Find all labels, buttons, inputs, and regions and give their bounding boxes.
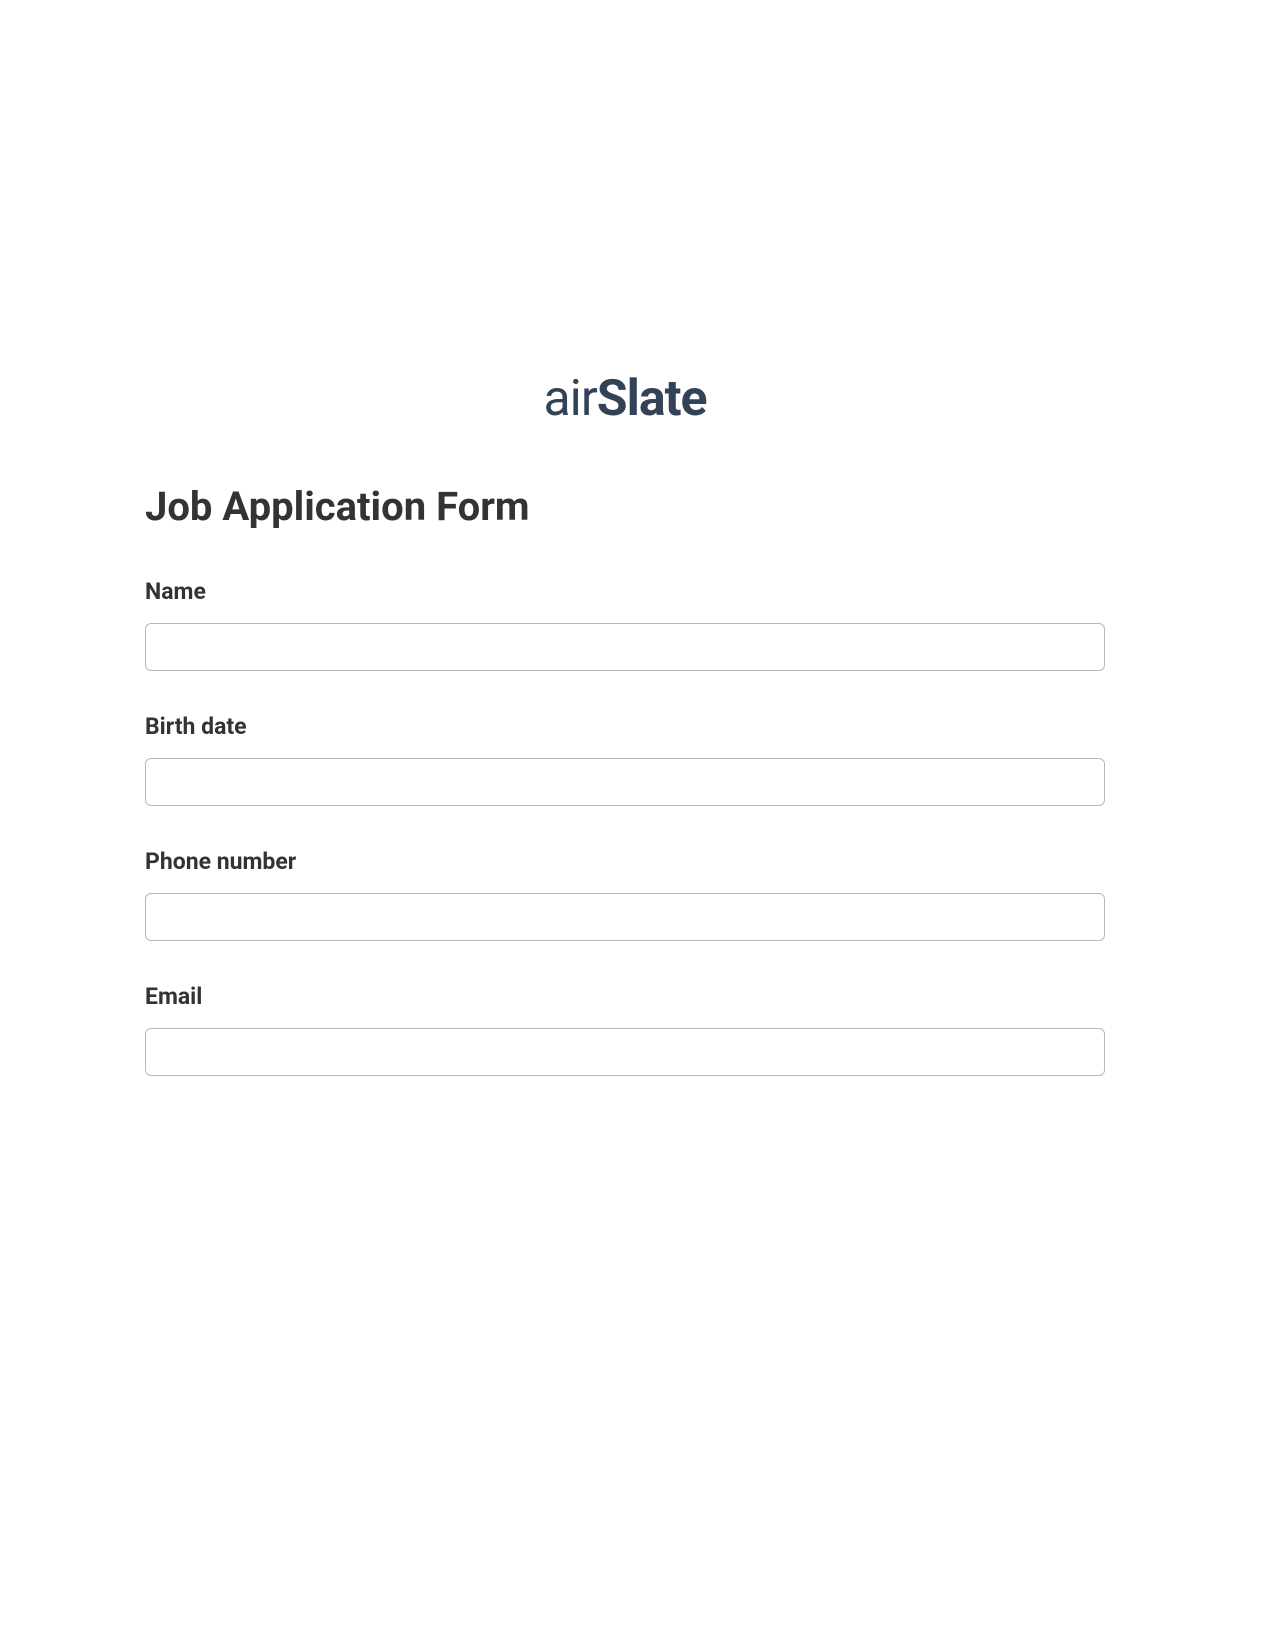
form-group-name: Name bbox=[145, 578, 1105, 671]
birthdate-label: Birth date bbox=[145, 713, 1105, 740]
form-group-birthdate: Birth date bbox=[145, 713, 1105, 806]
form-container: airSlate Job Application Form Name Birth… bbox=[145, 370, 1105, 1118]
name-label: Name bbox=[145, 578, 1105, 605]
airslate-logo: airSlate bbox=[543, 370, 706, 428]
form-group-email: Email bbox=[145, 983, 1105, 1076]
form-group-phone: Phone number bbox=[145, 848, 1105, 941]
email-label: Email bbox=[145, 983, 1105, 1010]
logo-suffix: Slate bbox=[597, 370, 707, 428]
email-input[interactable] bbox=[145, 1028, 1105, 1076]
birthdate-input[interactable] bbox=[145, 758, 1105, 806]
name-input[interactable] bbox=[145, 623, 1105, 671]
logo-prefix: air bbox=[543, 370, 596, 428]
logo-wrapper: airSlate bbox=[145, 370, 1105, 428]
phone-label: Phone number bbox=[145, 848, 1105, 875]
phone-input[interactable] bbox=[145, 893, 1105, 941]
form-title: Job Application Form bbox=[145, 483, 1105, 530]
